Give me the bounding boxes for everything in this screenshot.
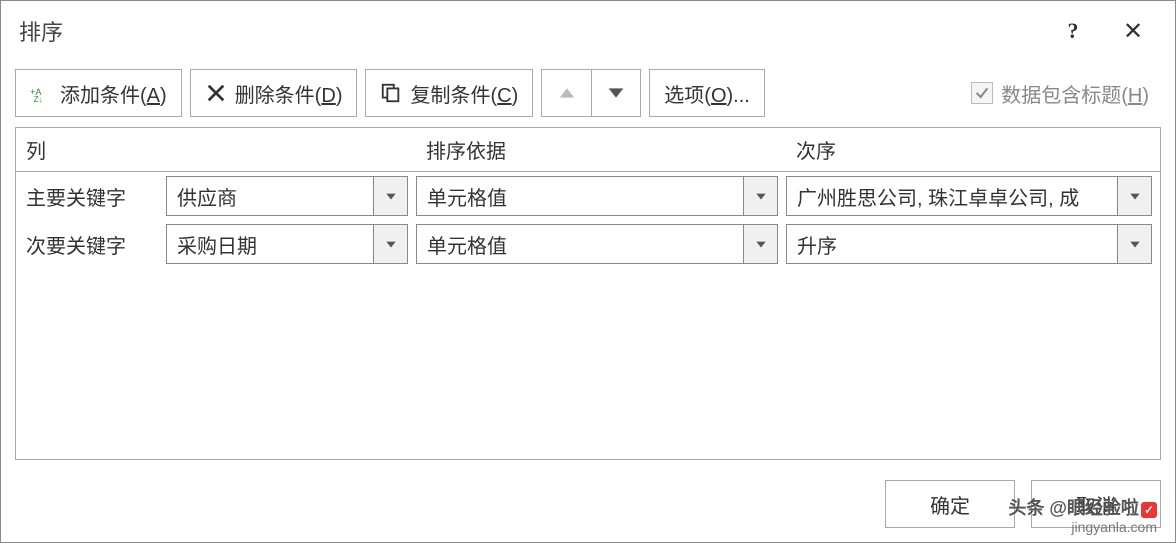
delete-icon: [205, 82, 227, 104]
column-select[interactable]: 供应商: [166, 176, 408, 216]
header-sort-on: 排序依据: [416, 128, 786, 171]
has-header-checkbox[interactable]: 数据包含标题(H): [971, 79, 1161, 108]
close-button[interactable]: ✕: [1103, 11, 1163, 51]
chevron-down-icon: [1117, 225, 1151, 263]
sort-on-select[interactable]: 单元格值: [416, 176, 778, 216]
row-label: 次要关键字: [16, 230, 166, 259]
grid-row: 次要关键字 采购日期 单元格值 升序: [16, 220, 1160, 268]
move-down-button[interactable]: [591, 69, 641, 117]
chevron-down-icon: [373, 225, 407, 263]
column-select[interactable]: 采购日期: [166, 224, 408, 264]
chevron-down-icon: [605, 82, 627, 104]
row-label: 主要关键字: [16, 182, 166, 211]
toolbar: +AZ↓ 添加条件(A) 删除条件(D) 复制条件(C): [1, 61, 1175, 127]
header-order: 次序: [786, 128, 1160, 171]
copy-icon: [380, 82, 402, 104]
move-buttons: [541, 69, 641, 117]
sort-dialog: 排序 ? ✕ +AZ↓ 添加条件(A) 删除条件(D) 复制: [0, 0, 1176, 543]
order-select[interactable]: 升序: [786, 224, 1152, 264]
cancel-button[interactable]: 取消: [1031, 480, 1161, 528]
sort-grid: 列 排序依据 次序 主要关键字 供应商 单元格值 广州胜思公司, 珠江卓卓: [15, 127, 1161, 460]
grid-header: 列 排序依据 次序: [16, 128, 1160, 172]
add-icon: +AZ↓: [30, 82, 52, 104]
header-column: 列: [16, 128, 416, 171]
options-button[interactable]: 选项(O)...: [649, 69, 765, 117]
checkbox-icon: [971, 82, 993, 104]
sort-on-select[interactable]: 单元格值: [416, 224, 778, 264]
titlebar: 排序 ? ✕: [1, 1, 1175, 61]
dialog-title: 排序: [19, 15, 1043, 47]
chevron-up-icon: [556, 82, 578, 104]
dialog-footer: 确定 取消: [1, 474, 1175, 542]
copy-condition-button[interactable]: 复制条件(C): [365, 69, 533, 117]
svg-text:Z↓: Z↓: [34, 95, 43, 104]
delete-condition-button[interactable]: 删除条件(D): [190, 69, 358, 117]
chevron-down-icon: [1117, 177, 1151, 215]
chevron-down-icon: [373, 177, 407, 215]
ok-button[interactable]: 确定: [885, 480, 1015, 528]
help-button[interactable]: ?: [1043, 11, 1103, 51]
add-condition-button[interactable]: +AZ↓ 添加条件(A): [15, 69, 182, 117]
grid-row: 主要关键字 供应商 单元格值 广州胜思公司, 珠江卓卓公司, 成: [16, 172, 1160, 220]
chevron-down-icon: [743, 177, 777, 215]
chevron-down-icon: [743, 225, 777, 263]
order-select[interactable]: 广州胜思公司, 珠江卓卓公司, 成: [786, 176, 1152, 216]
move-up-button[interactable]: [541, 69, 591, 117]
